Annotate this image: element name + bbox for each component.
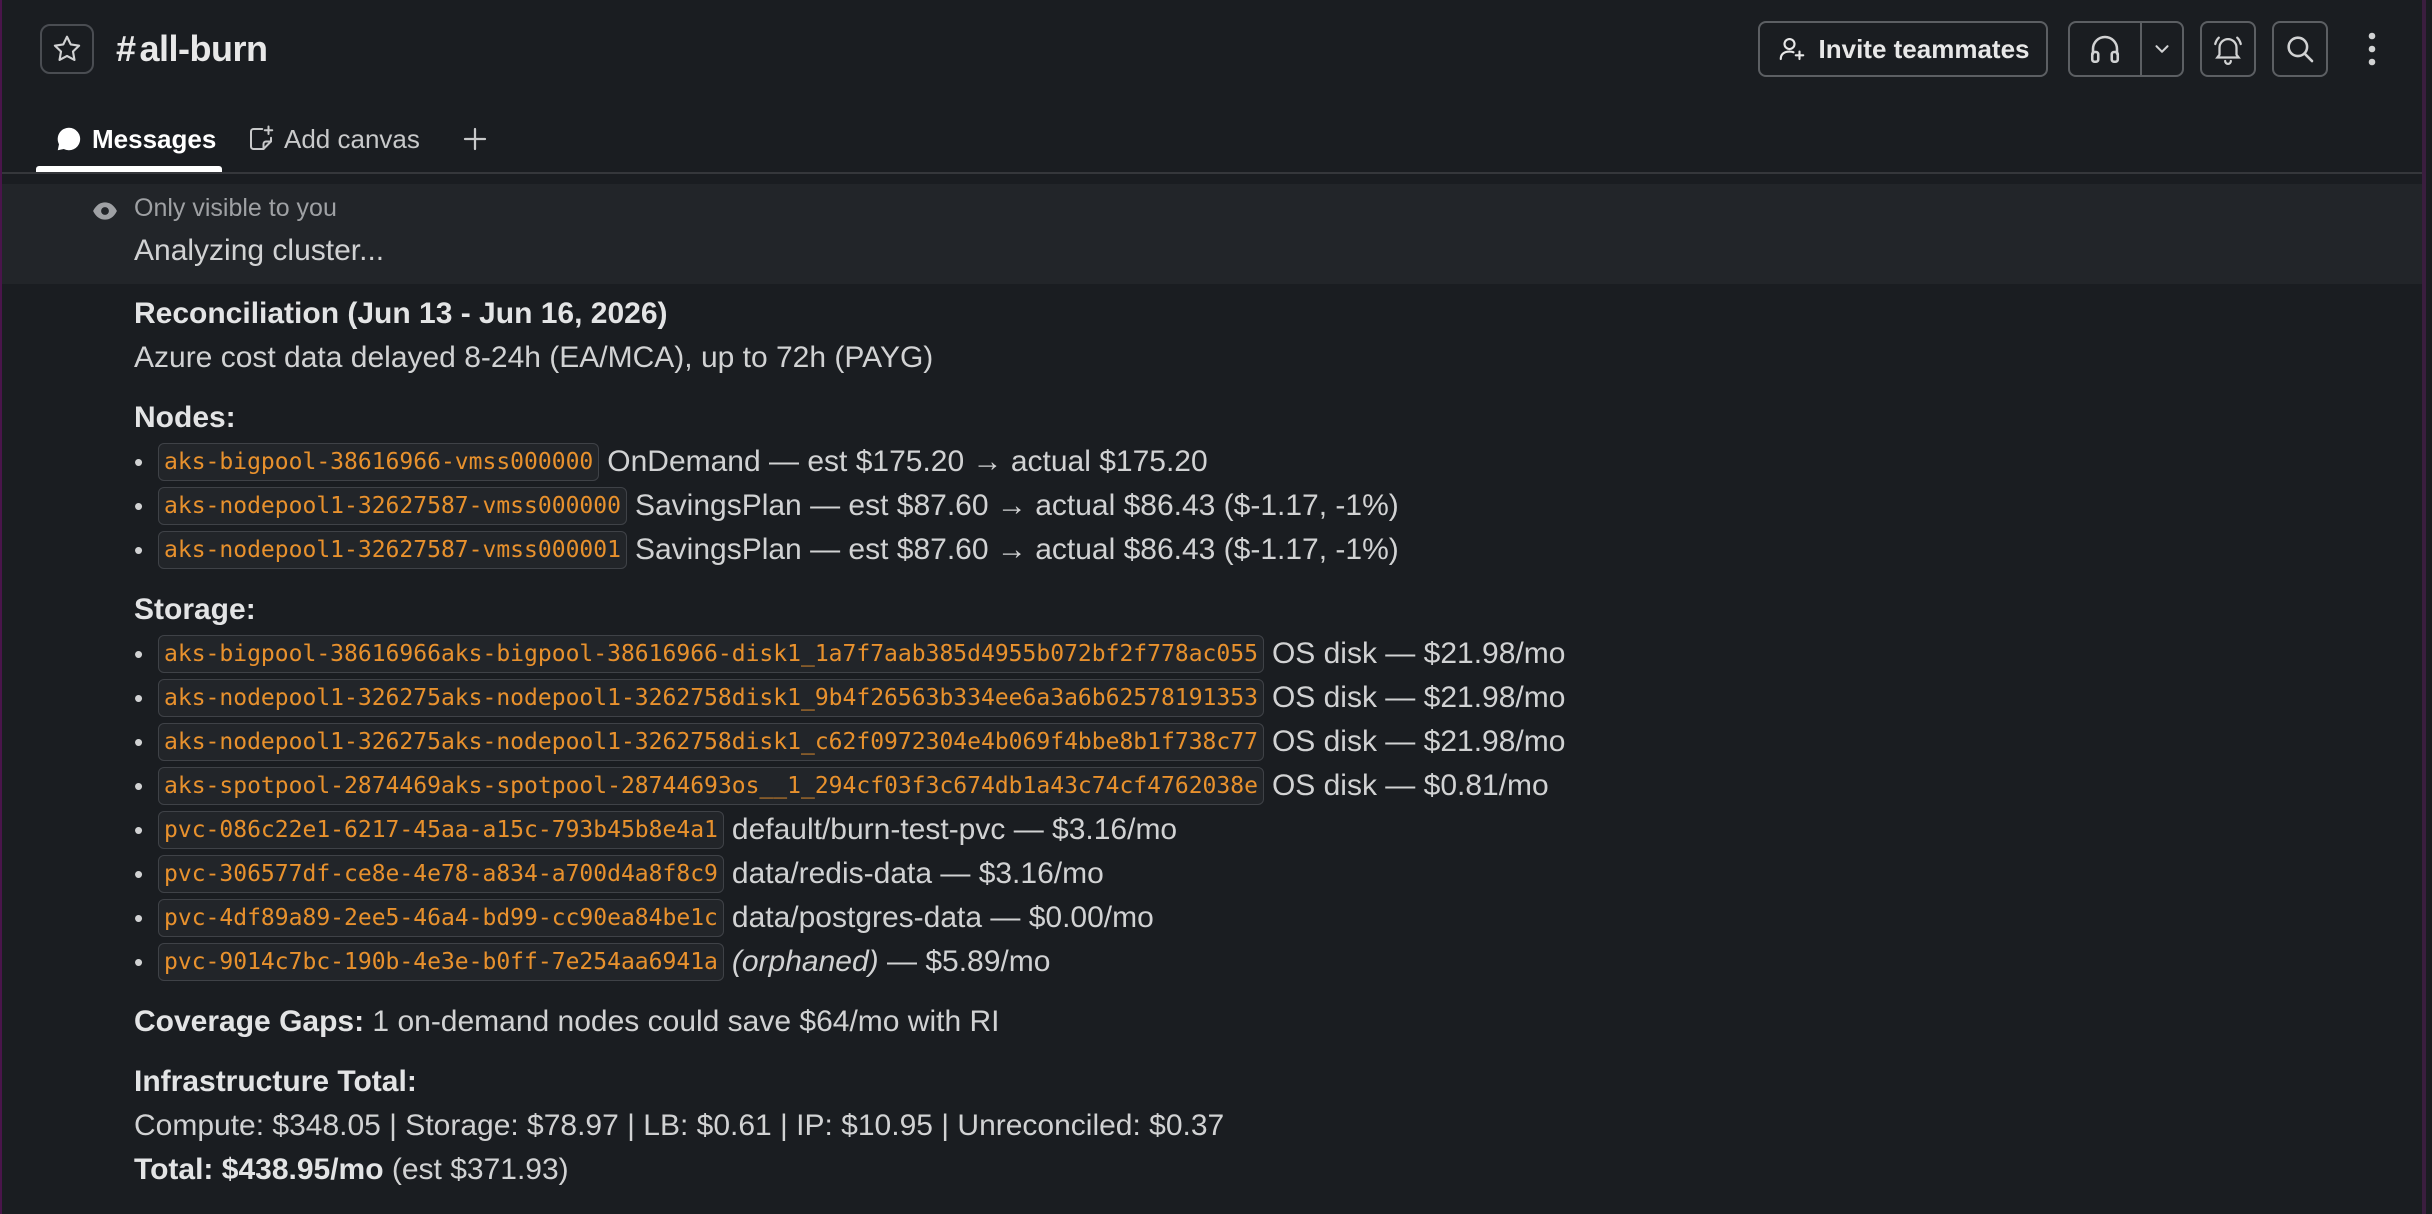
node-name: aks-bigpool-38616966-vmss000000 [158,443,600,481]
storage-name: aks-bigpool-38616966aks-bigpool-38616966… [158,635,1264,673]
storage-detail: OS disk — $21.98/mo [1271,637,1566,670]
report-title: Reconciliation (Jun 13 - Jun 16, 2026) [134,297,668,330]
tab-messages-label: Messages [92,123,217,154]
message-bubble-icon [57,127,81,151]
tab-add-canvas[interactable]: Add canvas [246,108,420,170]
huddle-options-button[interactable] [2142,23,2182,75]
active-tab-indicator [36,166,222,172]
more-options-button[interactable] [2352,21,2392,77]
storage-list: • aks-bigpool-38616966aks-bigpool-3861696… [134,632,2384,984]
node-detail: OnDemand — est $175.20 → actual $175.20 [607,445,1208,478]
orphaned-tag: (orphaned) [731,945,879,978]
storage-name: pvc-306577df-ce8e-4e78-a834-a700d4a8f8c9 [158,855,724,893]
node-name: aks-nodepool1-32627587-vmss000001 [158,531,627,569]
storage-detail: data/redis-data — $3.16/mo [731,857,1104,890]
total-label: Total: $438.95/mo [134,1153,384,1186]
channel-hash-icon: # [116,28,136,69]
storage-name: aks-nodepool1-326275aks-nodepool1-326275… [158,679,1264,717]
plus-icon [463,127,487,151]
star-channel-button[interactable] [40,24,94,74]
storage-detail: — $5.89/mo [878,945,1051,978]
app-window: # all-burn Invite teammates Messages Add… [0,0,2426,1214]
eye-icon [92,200,118,227]
storage-detail: data/postgres-data — $0.00/mo [731,901,1154,934]
list-item: • aks-nodepool1-326275aks-nodepool1-32627… [134,676,2384,720]
channel-tabs: Messages Add canvas [2,108,2422,174]
list-item: • aks-nodepool1-32627587-vmss000001 Saving… [134,528,2384,572]
ephemeral-message: Only visible to you Analyzing cluster... [2,184,2422,284]
channel-title[interactable]: # all-burn [116,22,268,76]
node-detail: SavingsPlan — est $87.60 → actual $86.43… [634,533,1399,566]
only-visible-note: Only visible to you [134,194,337,222]
huddle-control [2068,21,2184,77]
storage-detail: OS disk — $0.81/mo [1271,769,1549,802]
list-item: • pvc-086c22e1-6217-45aa-a15c-793b45b8e4a… [134,808,2384,852]
huddle-button[interactable] [2070,23,2142,75]
total-estimate: (est $371.93) [383,1153,569,1186]
delay-note: Azure cost data delayed 8-24h (EA/MCA), … [134,341,934,374]
storage-name: aks-spotpool-2874469aks-spotpool-2874469… [158,767,1264,805]
storage-heading: Storage: [134,593,256,626]
star-icon [53,35,81,61]
storage-name: pvc-9014c7bc-190b-4e3e-b0ff-7e254aa6941a [158,943,724,981]
list-item: • aks-bigpool-38616966-vmss000000 OnDemand… [134,440,2384,484]
notifications-button[interactable] [2200,21,2256,77]
headphones-icon [2090,35,2120,64]
ephemeral-text: Analyzing cluster... [134,234,385,267]
coverage-gaps: Coverage Gaps: 1 on-demand nodes could s… [134,1000,2384,1044]
search-icon [2287,36,2314,63]
storage-detail: default/burn-test-pvc — $3.16/mo [731,813,1178,846]
report-message: Reconciliation (Jun 13 - Jun 16, 2026) A… [134,292,2384,1192]
kebab-menu-icon [2368,32,2376,66]
storage-detail: OS disk — $21.98/mo [1271,725,1566,758]
infra-breakdown: Compute: $348.05 | Storage: $78.97 | LB:… [134,1109,1225,1142]
node-detail: SavingsPlan — est $87.60 → actual $86.43… [634,489,1399,522]
coverage-text: 1 on-demand nodes could save $64/mo with… [364,1005,1000,1038]
invite-teammates-label: Invite teammates [1818,33,2030,64]
node-name: aks-nodepool1-32627587-vmss000000 [158,487,627,525]
add-person-icon [1779,37,1804,61]
list-item: • aks-nodepool1-326275aks-nodepool1-32627… [134,720,2384,764]
list-item: • pvc-4df89a89-2ee5-46a4-bd99-cc90ea84be1… [134,896,2384,940]
list-item: • pvc-306577df-ce8e-4e78-a834-a700d4a8f8c… [134,852,2384,896]
bell-icon [2214,36,2242,65]
nodes-heading: Nodes: [134,401,236,434]
add-tab-button[interactable] [460,108,490,170]
channel-header: # all-burn Invite teammates [2,0,2422,100]
list-item: • aks-bigpool-38616966aks-bigpool-3861696… [134,632,2384,676]
storage-name: pvc-086c22e1-6217-45aa-a15c-793b45b8e4a1 [158,811,724,849]
tab-add-canvas-label: Add canvas [284,123,420,154]
storage-name: aks-nodepool1-326275aks-nodepool1-326275… [158,723,1264,761]
canvas-icon [250,125,274,150]
infra-heading: Infrastructure Total: [134,1065,417,1098]
list-item: • aks-spotpool-2874469aks-spotpool-287446… [134,764,2384,808]
search-button[interactable] [2272,21,2328,77]
list-item: • aks-nodepool1-32627587-vmss000000 Saving… [134,484,2384,528]
storage-detail: OS disk — $21.98/mo [1271,681,1566,714]
list-item: • pvc-9014c7bc-190b-4e3e-b0ff-7e254aa6941… [134,940,2384,984]
channel-name: all-burn [139,28,269,69]
storage-name: pvc-4df89a89-2ee5-46a4-bd99-cc90ea84be1c [158,899,724,937]
nodes-list: • aks-bigpool-38616966-vmss000000 OnDemand… [134,440,2384,572]
invite-teammates-button[interactable]: Invite teammates [1758,21,2048,77]
tab-messages[interactable]: Messages [54,108,216,170]
coverage-label: Coverage Gaps: [134,1005,365,1038]
total-line: Total: $438.95/mo (est $371.93) [134,1148,2384,1192]
chevron-down-icon [2155,45,2169,53]
